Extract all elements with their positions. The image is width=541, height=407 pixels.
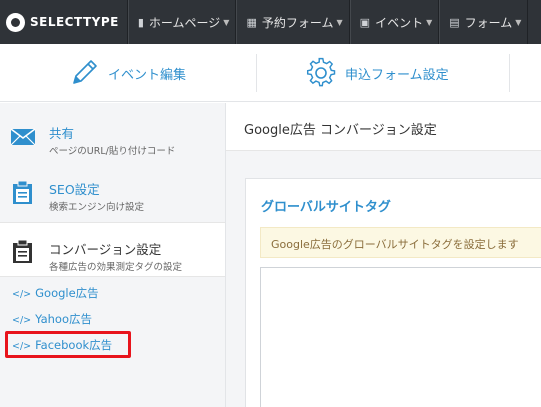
clipboard-icon (13, 239, 32, 263)
divider (256, 54, 257, 92)
global-site-tag-card: グローバルサイトタグ Google広告のグローバルサイトタグを設定します (245, 178, 541, 407)
chat-bubble-icon: ▣ (359, 15, 371, 29)
sidebar-item-conversion-title: コンバージョン設定 (49, 242, 162, 257)
nav-homepage-label: ホームページ (148, 15, 221, 30)
sidebar-item-seo-subtitle: 検索エンジン向け設定 (49, 202, 145, 213)
nav-form-label: フォーム (464, 15, 513, 30)
pencil-icon (73, 60, 97, 84)
divider (509, 54, 510, 92)
global-site-tag-textarea[interactable] (260, 267, 541, 407)
sidebar-link-yahoo-ads[interactable]: </> Yahoo広告 (12, 311, 92, 327)
sidebar-item-share[interactable]: 共有 ページのURL/貼り付けコード (0, 107, 225, 162)
brand-logo[interactable]: SELECTTYPE (0, 0, 128, 44)
caret-down-icon: ▼ (336, 17, 343, 27)
sidebar-link-yahoo-ads-label: Yahoo広告 (35, 312, 92, 326)
caret-down-icon: ▼ (515, 17, 522, 27)
highlight-box (5, 331, 131, 358)
form-settings-label: 申込フォーム設定 (345, 67, 449, 83)
sidebar-link-google-ads-label: Google広告 (35, 286, 99, 300)
form-icon: ▤ (449, 15, 460, 29)
page-title: Google広告 コンバージョン設定 (244, 123, 437, 138)
caret-down-icon: ▼ (426, 17, 433, 27)
brand-name: SELECTTYPE (30, 15, 119, 29)
logo-icon (6, 12, 25, 32)
nav-reservation-form[interactable]: ▦ 予約フォーム ▼ (236, 0, 350, 44)
form-settings-button[interactable]: 申込フォーム設定 (305, 44, 449, 102)
sidebar-item-seo[interactable]: SEO設定 検索エンジン向け設定 (0, 163, 225, 218)
calendar-icon: ▦ (246, 15, 257, 29)
code-icon: </> (12, 289, 32, 300)
sidebar-item-share-title: 共有 (49, 126, 75, 141)
edit-event-button[interactable]: イベント編集 (68, 44, 186, 102)
card-title: グローバルサイトタグ (261, 200, 391, 215)
edit-event-label: イベント編集 (108, 67, 187, 83)
sidebar-item-conversion-subtitle: 各種広告の効果測定タグの設定 (49, 262, 183, 273)
main-header: Google広告 コンバージョン設定 (226, 103, 541, 151)
sidebar-item-share-subtitle: ページのURL/貼り付けコード (49, 146, 176, 157)
info-alert: Google広告のグローバルサイトタグを設定します (260, 227, 541, 258)
nav-homepage[interactable]: ▮ ホームページ ▼ (127, 0, 237, 44)
clipboard-icon (13, 180, 32, 204)
code-icon: </> (12, 315, 32, 326)
sidebar-item-conversion[interactable]: コンバージョン設定 各種広告の効果測定タグの設定 (0, 222, 225, 277)
nav-event[interactable]: ▣ イベント ▼ (349, 0, 440, 44)
document-icon: ▮ (137, 15, 144, 29)
sidebar-link-google-ads[interactable]: </> Google広告 (12, 285, 99, 301)
nav-event-label: イベント (375, 15, 424, 30)
nav-form[interactable]: ▤ フォーム ▼ (439, 0, 529, 44)
caret-down-icon: ▼ (223, 17, 230, 27)
sidebar-item-seo-title: SEO設定 (49, 182, 100, 197)
action-bar: イベント編集 申込フォーム設定 (0, 44, 541, 102)
sidebar: 共有 ページのURL/貼り付けコード SEO設定 検索エンジン向け設定 コンバー… (0, 103, 226, 407)
top-navbar: SELECTTYPE ▮ ホームページ ▼ ▦ 予約フォーム ▼ ▣ イベント … (0, 0, 541, 44)
nav-reservation-form-label: 予約フォーム (261, 15, 334, 30)
main-content: Google広告 コンバージョン設定 グローバルサイトタグ Google広告のグ… (226, 103, 541, 407)
info-alert-text: Google広告のグローバルサイトタグを設定します (271, 238, 519, 251)
envelope-icon (10, 128, 36, 146)
gear-icon (306, 57, 336, 87)
